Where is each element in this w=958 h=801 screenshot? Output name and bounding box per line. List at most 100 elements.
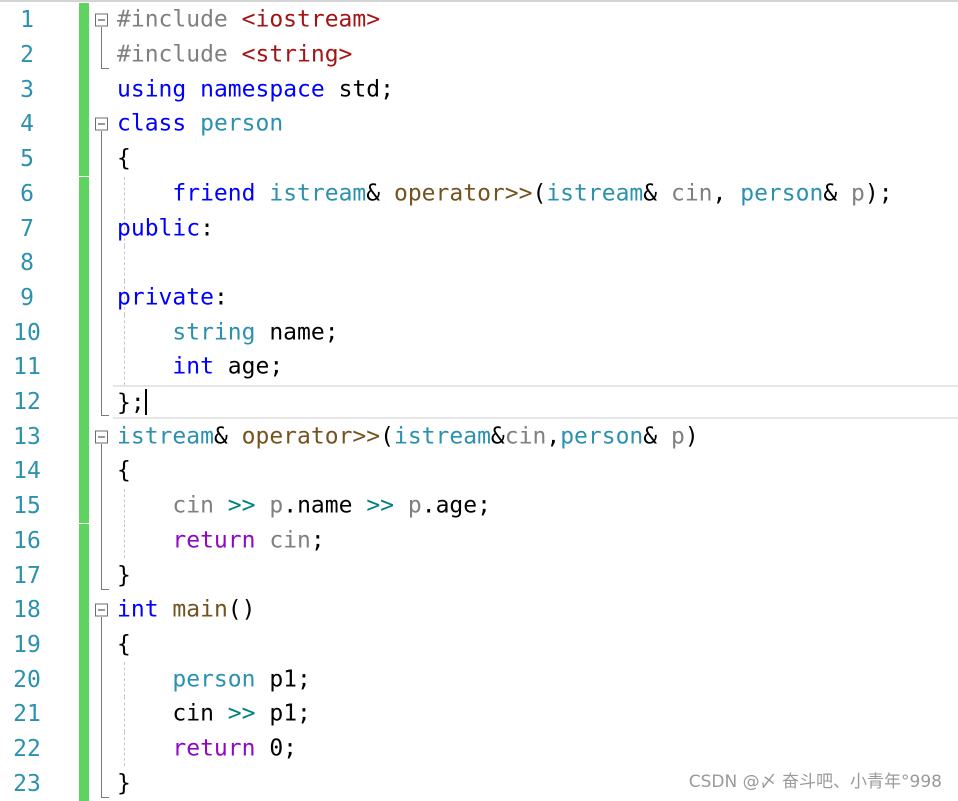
change-indicator: [79, 72, 89, 108]
code-line[interactable]: 17}: [0, 558, 958, 593]
code-token: cin: [269, 527, 311, 554]
code-text[interactable]: #include <string>: [117, 41, 353, 68]
code-token: friend: [172, 180, 256, 207]
code-token: person: [740, 180, 824, 207]
code-token: istream: [117, 423, 214, 450]
change-indicator: [79, 350, 89, 385]
line-number: 18: [13, 597, 41, 624]
code-text[interactable]: cin >> p.name >> p.age;: [117, 492, 491, 519]
code-text[interactable]: return 0;: [117, 737, 297, 761]
code-token: private: [117, 284, 214, 311]
collapse-icon[interactable]: [95, 117, 108, 131]
code-token: person: [200, 110, 284, 137]
code-line[interactable]: 6 friend istream& operator>>(istream& ci…: [0, 176, 958, 212]
code-line[interactable]: 4 class person: [0, 107, 958, 142]
code-text[interactable]: {: [117, 147, 131, 171]
csdn-watermark: CSDN @〆 奋斗吧、小青年°998: [688, 772, 942, 792]
code-token: &: [213, 423, 242, 450]
code-token: cin: [172, 700, 214, 727]
change-indicator: [79, 211, 89, 246]
code-text[interactable]: };: [117, 389, 147, 416]
code-text[interactable]: person p1;: [117, 668, 310, 691]
code-line[interactable]: 22 return 0;: [0, 731, 958, 767]
code-token: istream: [546, 180, 644, 207]
code-line[interactable]: 14 {: [0, 454, 958, 489]
code-line[interactable]: 13 istream& operator>>(istream&cin,person…: [0, 419, 958, 455]
code-text[interactable]: }: [117, 564, 131, 587]
code-text[interactable]: return cin;: [117, 527, 324, 554]
code-token: <string>: [241, 41, 353, 68]
text-caret: [144, 389, 147, 416]
fold-region-end: [101, 68, 109, 70]
code-line[interactable]: 9 private:: [0, 280, 958, 316]
code-line[interactable]: 10 string name;: [0, 315, 958, 350]
code-text[interactable]: }: [117, 772, 131, 795]
code-line[interactable]: 3 using namespace std;: [0, 72, 958, 108]
line-number: 11: [13, 354, 41, 381]
code-text[interactable]: class person: [117, 110, 284, 137]
collapse-icon[interactable]: [95, 13, 108, 27]
code-editor[interactable]: 1 #include <iostream> 2 #include <string> 3 u…: [0, 0, 958, 801]
change-indicator: [79, 627, 89, 663]
code-token: .age;: [421, 492, 491, 519]
change-indicator: [79, 662, 89, 697]
code-text[interactable]: private:: [117, 286, 228, 309]
code-token: p: [670, 423, 685, 450]
line-number: 22: [13, 736, 41, 763]
code-line[interactable]: 11 int age;: [0, 350, 958, 385]
line-number: 8: [20, 250, 34, 277]
line-number: 12: [13, 389, 41, 416]
code-text[interactable]: public:: [117, 217, 214, 240]
code-line[interactable]: 8: [0, 245, 958, 281]
change-indicator: [79, 107, 89, 142]
code-text[interactable]: friend istream& operator>>(istream& cin,…: [117, 180, 892, 207]
collapse-icon[interactable]: [95, 430, 108, 444]
code-text[interactable]: string name;: [117, 321, 338, 344]
code-text[interactable]: using namespace std;: [117, 78, 394, 101]
editor-top-border: [0, 0, 958, 2]
line-number: 21: [13, 701, 41, 728]
code-line[interactable]: 19 {: [0, 627, 958, 663]
line-number: 16: [13, 527, 41, 554]
code-text[interactable]: istream& operator>>(istream&cin,person& …: [117, 425, 699, 448]
code-text[interactable]: {: [117, 633, 131, 656]
line-number: 5: [20, 146, 34, 173]
code-line[interactable]: 2 #include <string>: [0, 37, 958, 73]
code-text[interactable]: int age;: [117, 354, 283, 380]
line-number: 15: [13, 493, 41, 520]
line-number: 4: [20, 111, 34, 138]
code-text[interactable]: #include <iostream>: [117, 6, 381, 33]
code-line[interactable]: 5{: [0, 141, 958, 177]
code-line[interactable]: 12};: [0, 384, 958, 420]
code-token: p: [407, 492, 422, 519]
fold-region-line: [101, 27, 102, 69]
collapse-icon[interactable]: [95, 603, 108, 617]
change-indicator: [79, 592, 89, 628]
code-line[interactable]: 15 cin >> p.name >> p.age;: [0, 488, 958, 524]
code-line[interactable]: 20 person p1;: [0, 662, 958, 697]
code-line[interactable]: 7 public:: [0, 211, 958, 246]
code-line[interactable]: 21 cin >> p1;: [0, 697, 958, 732]
code-token: &: [823, 180, 852, 207]
code-text[interactable]: {: [117, 459, 131, 483]
code-token: namespace: [200, 76, 325, 103]
code-token: {: [117, 631, 131, 658]
code-text[interactable]: cin >> p1;: [117, 700, 311, 727]
line-number: 2: [20, 42, 34, 69]
change-indicator: [79, 523, 89, 559]
code-line[interactable]: 18 int main(): [0, 592, 958, 628]
code-line[interactable]: 1 #include <iostream>: [0, 3, 958, 38]
line-number: 13: [13, 423, 41, 450]
code-token: }: [117, 770, 131, 797]
code-line[interactable]: 16 return cin;: [0, 523, 958, 559]
code-token: <iostream>: [241, 6, 381, 33]
code-token: (: [380, 423, 394, 450]
code-text[interactable]: int main(): [117, 596, 256, 623]
code-token: int: [117, 596, 159, 623]
change-indicator: [79, 454, 89, 489]
